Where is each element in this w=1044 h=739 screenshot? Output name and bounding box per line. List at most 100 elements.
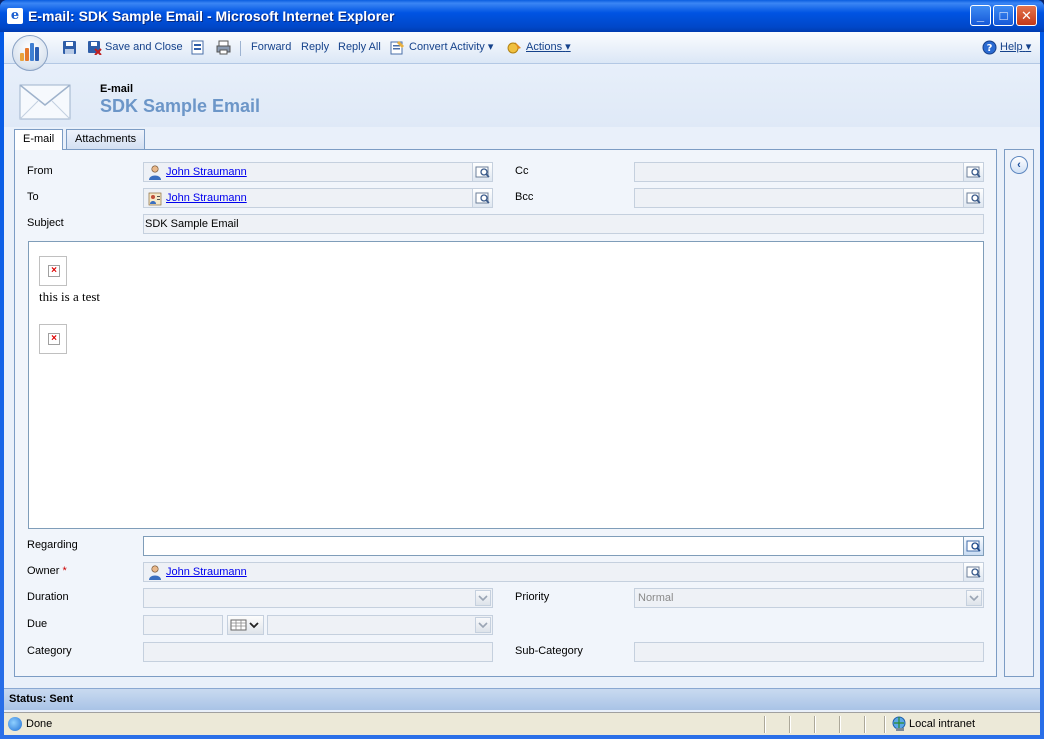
sub-category-field[interactable]	[634, 642, 984, 662]
priority-value: Normal	[638, 592, 674, 604]
priority-select[interactable]: Normal	[634, 588, 984, 608]
sub-category-label: Sub-Category	[515, 645, 583, 657]
to-field[interactable]: John Straumann	[143, 188, 493, 208]
help-button[interactable]: Help ▾	[1000, 40, 1031, 55]
broken-image: ×	[39, 324, 67, 354]
save-icon[interactable]	[62, 40, 77, 55]
close-button[interactable]: ✕	[1016, 5, 1037, 26]
required-mark: *	[62, 565, 67, 577]
save-as-completed-icon[interactable]	[190, 40, 205, 55]
actions-icon[interactable]	[507, 40, 522, 55]
record-title: SDK Sample Email	[100, 96, 261, 116]
email-envelope-icon	[19, 84, 71, 120]
browser-status-text: Done	[26, 718, 53, 730]
toolbar: Save and Close Forward Reply Reply All C…	[4, 32, 1040, 71]
duration-select[interactable]	[143, 588, 493, 608]
priority-label: Priority	[515, 591, 550, 603]
lookup-icon	[966, 192, 981, 204]
entity-type-label: E-mail	[100, 83, 134, 95]
lookup-button[interactable]	[963, 163, 983, 181]
window-title: E-mail: SDK Sample Email - Microsoft Int…	[28, 8, 395, 24]
actions-button[interactable]: Actions ▾	[526, 40, 571, 55]
local-intranet-icon	[892, 716, 906, 731]
owner-value[interactable]: John Straumann	[166, 566, 247, 578]
status-divider	[839, 716, 841, 733]
tab-email[interactable]: E-mail	[14, 129, 64, 150]
category-field[interactable]	[143, 642, 493, 662]
browser-window: e E-mail: SDK Sample Email - Microsoft I…	[0, 0, 1044, 739]
user-icon	[149, 565, 161, 580]
reply-all-button[interactable]: Reply All	[338, 40, 381, 55]
from-field[interactable]: John Straumann	[143, 162, 493, 182]
status-divider	[789, 716, 791, 733]
minimize-button[interactable]: _	[970, 5, 991, 26]
status-divider	[814, 716, 816, 733]
cc-field[interactable]	[634, 162, 984, 182]
convert-activity-label: Convert Activity	[409, 41, 485, 53]
record-status: Status: Sent	[9, 693, 74, 705]
save-and-close-button[interactable]: Save and Close	[105, 40, 183, 55]
status-divider	[884, 716, 886, 733]
ie-icon: e	[7, 8, 23, 24]
tab-attachments[interactable]: Attachments	[66, 129, 146, 149]
chevron-down-icon: ▾	[1025, 41, 1032, 53]
subject-field[interactable]: SDK Sample Email	[143, 214, 984, 234]
regarding-label: Regarding	[27, 539, 78, 551]
date-picker-button[interactable]	[227, 615, 264, 635]
subject-value: SDK Sample Email	[145, 218, 239, 230]
client-area: Save and Close Forward Reply Reply All C…	[4, 32, 1040, 735]
chevron-down-icon[interactable]	[966, 590, 982, 606]
owner-label-text: Owner	[27, 565, 60, 577]
help-icon[interactable]: ?	[982, 40, 997, 55]
to-value[interactable]: John Straumann	[166, 192, 247, 204]
lookup-button[interactable]	[963, 537, 983, 555]
status-divider	[864, 716, 866, 733]
email-body-text: this is a test	[39, 289, 101, 304]
side-panel: ‹	[1004, 149, 1034, 677]
bcc-field[interactable]	[634, 188, 984, 208]
crm-logo-icon[interactable]	[12, 35, 48, 71]
forward-button[interactable]: Forward	[251, 40, 291, 55]
due-label: Due	[27, 618, 48, 630]
owner-field[interactable]: John Straumann	[143, 562, 984, 582]
bcc-label: Bcc	[515, 191, 534, 203]
lookup-icon	[966, 540, 981, 552]
security-zone: Local intranet	[909, 718, 976, 730]
duration-label: Duration	[27, 591, 69, 603]
lookup-icon	[966, 566, 981, 578]
help-label: Help	[1000, 41, 1023, 53]
category-label: Category	[27, 645, 72, 657]
chevron-down-icon: ▾	[565, 41, 571, 53]
broken-image: ×	[39, 256, 67, 286]
title-bar: e E-mail: SDK Sample Email - Microsoft I…	[0, 0, 1044, 32]
reply-button[interactable]: Reply	[301, 40, 329, 55]
convert-activity-button[interactable]: Convert Activity ▾	[409, 40, 493, 55]
lookup-button[interactable]	[963, 189, 983, 207]
print-icon[interactable]	[216, 40, 231, 55]
lookup-button[interactable]	[472, 189, 492, 207]
email-body[interactable]: × this is a test ×	[28, 241, 984, 529]
page-done-icon	[8, 717, 22, 731]
browser-status-bar: Done Local intranet	[4, 712, 1040, 735]
calendar-icon	[230, 619, 259, 631]
lookup-button[interactable]	[472, 163, 492, 181]
chevron-down-icon: ▾	[487, 41, 494, 53]
broken-image-icon: ×	[48, 333, 60, 345]
actions-label: Actions	[526, 41, 563, 53]
convert-activity-icon[interactable]	[390, 40, 405, 55]
chevron-down-icon[interactable]	[475, 590, 491, 606]
status-divider	[764, 716, 766, 733]
lookup-button[interactable]	[963, 563, 983, 581]
regarding-field[interactable]	[143, 536, 984, 556]
due-time-select[interactable]	[267, 615, 493, 635]
toolbar-separator	[240, 41, 241, 56]
chevron-down-icon[interactable]	[475, 617, 491, 633]
due-date-input[interactable]	[143, 615, 223, 635]
contact-icon	[148, 192, 162, 206]
maximize-button[interactable]: □	[993, 5, 1014, 26]
save-and-close-icon[interactable]	[87, 40, 102, 55]
collapse-panel-icon[interactable]: ‹	[1010, 156, 1028, 174]
from-value[interactable]: John Straumann	[166, 166, 247, 178]
form-panel: From John Straumann Cc To John Straumann…	[14, 149, 997, 677]
from-label: From	[27, 165, 53, 177]
